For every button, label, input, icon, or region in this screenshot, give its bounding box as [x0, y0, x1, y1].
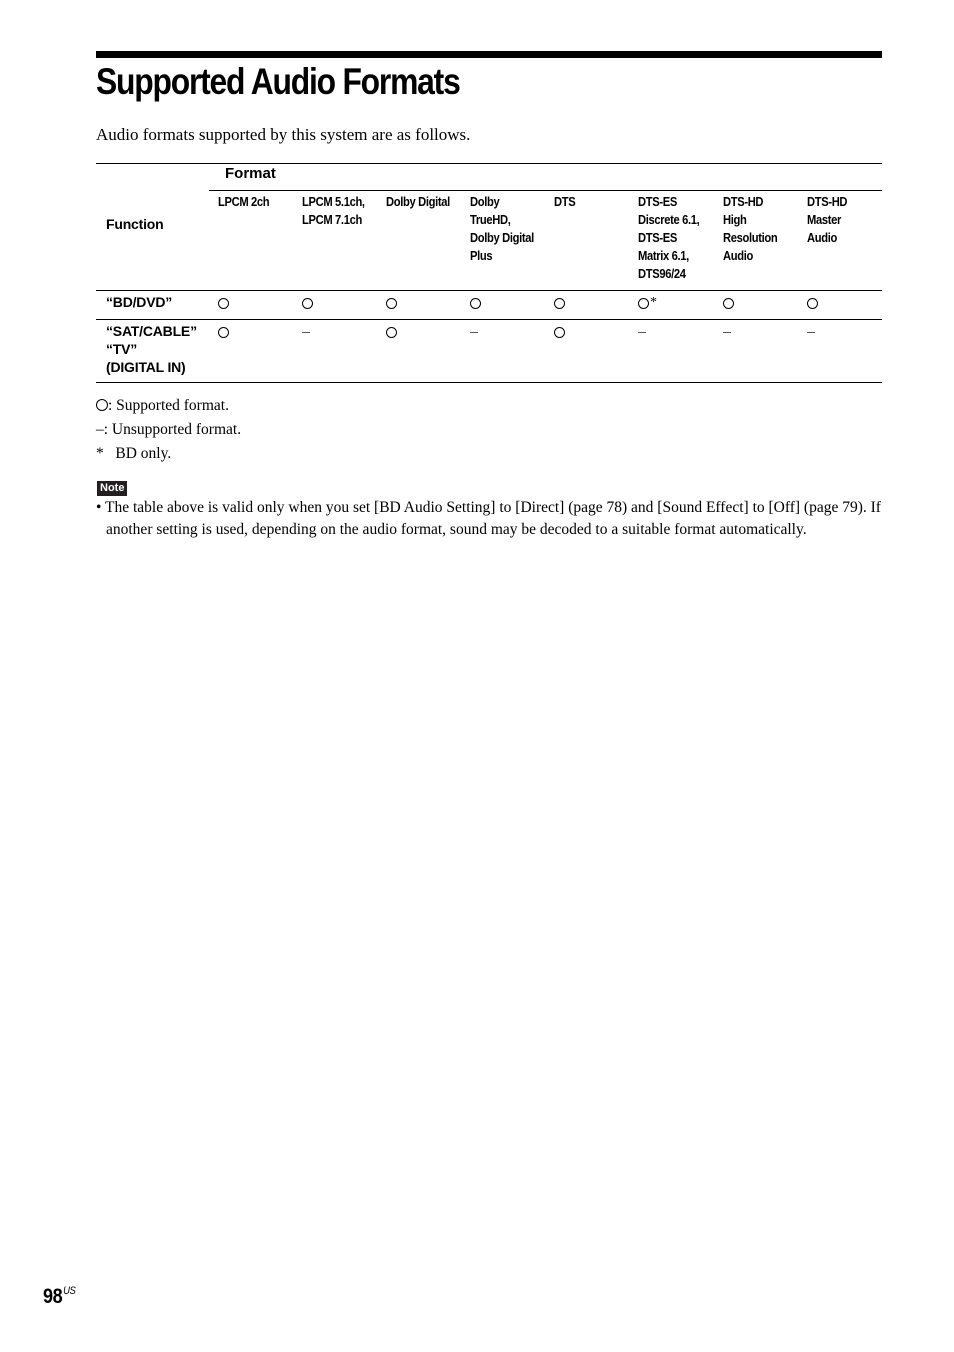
format-header-rule	[209, 190, 882, 191]
legend: : Supported format. –: Unsupported forma…	[96, 394, 241, 466]
circle-icon	[218, 326, 229, 338]
circle-icon	[554, 326, 565, 338]
circle-icon	[386, 297, 397, 309]
table-top-rule	[96, 163, 882, 164]
column-header: DTS-ES Discrete 6.1, DTS-ES Matrix 6.1, …	[638, 194, 700, 281]
page-title: Supported Audio Formats	[96, 61, 461, 102]
format-header: Format	[225, 165, 276, 182]
row-function-label: “BD/DVD”	[106, 294, 173, 310]
table-cell	[386, 294, 397, 312]
dash-icon	[470, 331, 478, 333]
dash-icon	[723, 331, 731, 333]
circle-icon	[96, 399, 108, 411]
circle-icon	[807, 297, 818, 309]
circle-icon	[638, 297, 649, 309]
title-rule	[96, 51, 882, 58]
circle-icon	[554, 297, 565, 309]
table-bottom-rule	[96, 382, 882, 383]
column-header: LPCM 2ch	[218, 194, 270, 209]
table-cell	[302, 323, 310, 341]
table-cell	[554, 294, 565, 312]
note-badge: Note	[97, 481, 128, 496]
table-cell	[470, 294, 481, 312]
circle-icon	[386, 326, 397, 338]
column-header: Dolby Digital	[386, 194, 450, 209]
circle-icon	[470, 297, 481, 309]
row-divider	[96, 319, 882, 320]
legend-unsupported: –: Unsupported format.	[96, 421, 242, 438]
table-cell	[218, 323, 229, 341]
footnote-asterisk: *	[650, 295, 657, 310]
table-cell: *	[638, 294, 657, 312]
table-cell	[723, 323, 731, 341]
circle-icon	[218, 297, 229, 309]
circle-icon	[302, 297, 313, 309]
table-cell	[723, 294, 734, 312]
note-text: • The table above is valid only when you…	[96, 499, 881, 538]
table-cell	[386, 323, 397, 341]
row-function-label: “SAT/CABLE” “TV” (DIGITAL IN)	[106, 323, 197, 375]
header-bottom-rule	[96, 290, 882, 291]
column-header: DTS-HD Master Audio	[807, 194, 848, 245]
table-cell	[807, 323, 815, 341]
column-header: LPCM 5.1ch, LPCM 7.1ch	[302, 194, 365, 227]
circle-icon	[723, 297, 734, 309]
column-header: DTS-HD High Resolution Audio	[723, 194, 778, 263]
table-cell	[638, 323, 646, 341]
dash-icon	[807, 331, 815, 333]
table-cell	[218, 294, 229, 312]
legend-supported: : Supported format.	[96, 394, 241, 418]
legend-footnote: * BD only.	[96, 445, 172, 462]
table-cell	[470, 323, 478, 341]
column-header: DTS	[554, 194, 576, 209]
table-cell	[807, 294, 818, 312]
column-header: Dolby TrueHD, Dolby Digital Plus	[470, 194, 534, 263]
dash-icon	[638, 331, 646, 333]
table-cell	[554, 323, 565, 341]
function-header: Function	[106, 216, 164, 232]
table-cell	[302, 294, 313, 312]
dash-icon	[302, 331, 310, 333]
intro-text: Audio formats supported by this system a…	[96, 125, 471, 144]
page-number: 98US	[43, 1285, 76, 1308]
